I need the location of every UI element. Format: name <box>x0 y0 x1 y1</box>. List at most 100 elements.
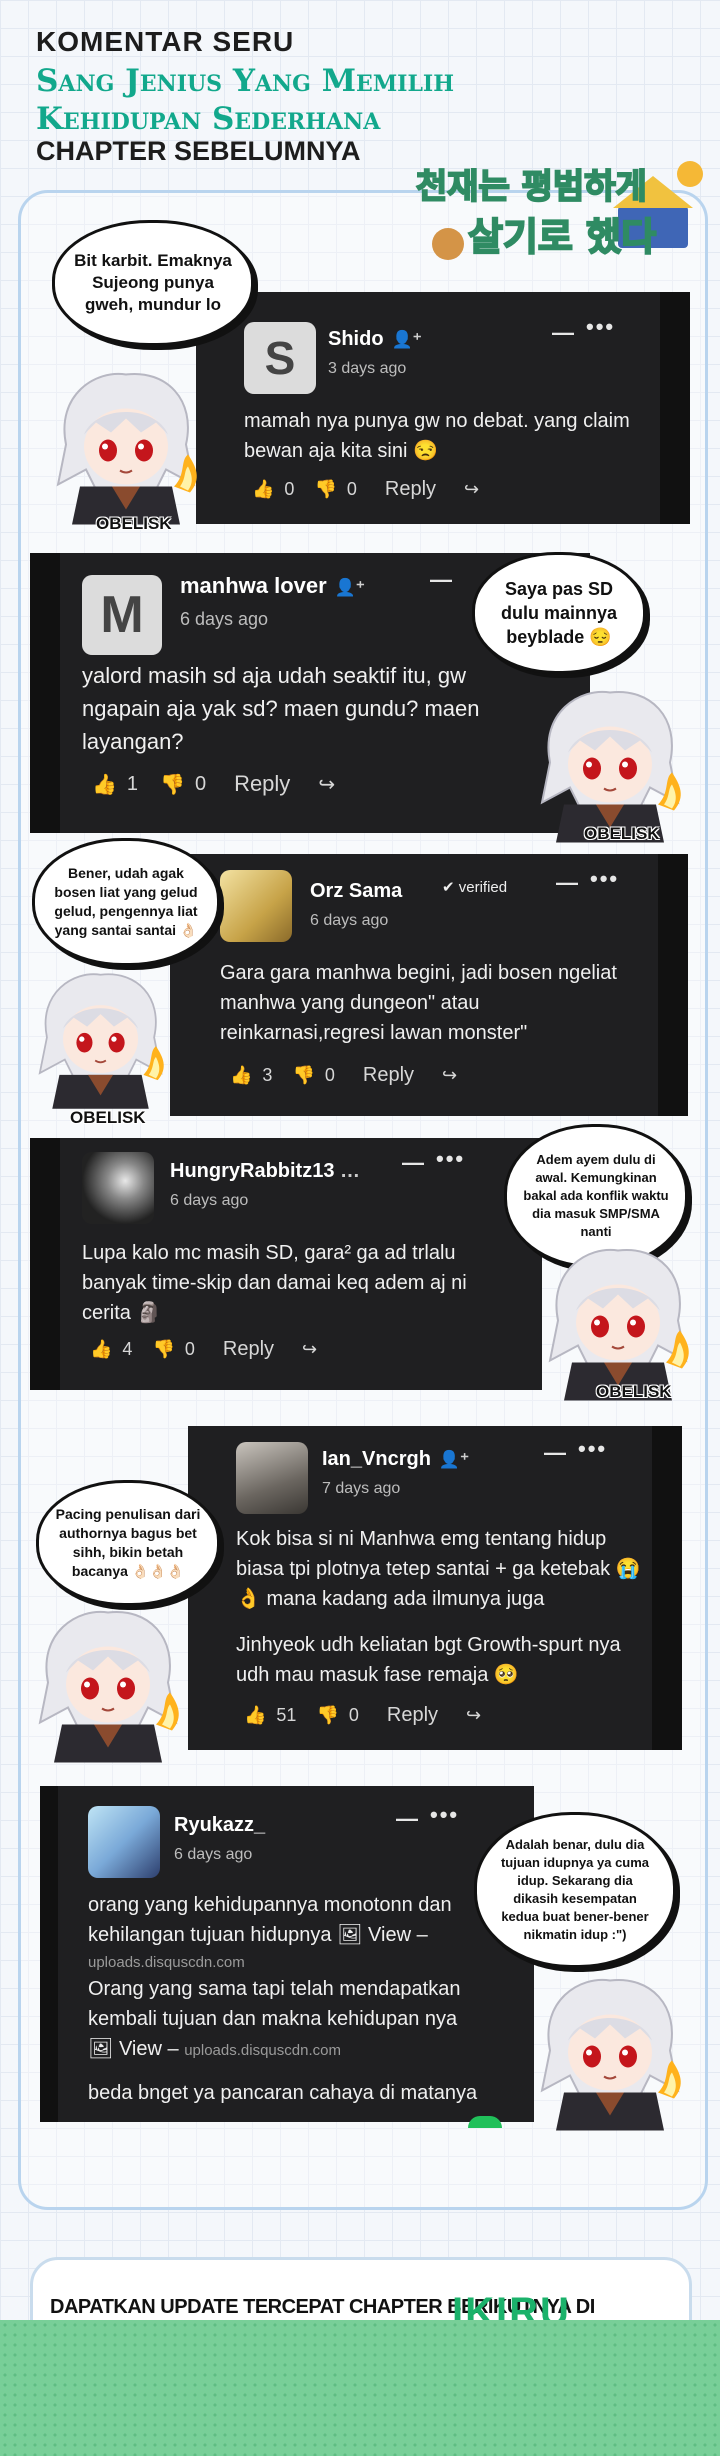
share-icon[interactable]: ↪ <box>302 1339 317 1360</box>
speech-bubble: Saya pas SD dulu mainnya beyblade 😔 <box>472 552 646 674</box>
bubble-text: Bit karbit. Emaknya Sujeong punya gweh, … <box>74 251 232 314</box>
timestamp[interactable]: 7 days ago <box>322 1480 400 1498</box>
thumbs-down-icon[interactable]: 👎 <box>160 772 185 797</box>
header-title-line1: KOMENTAR SERU <box>36 26 295 57</box>
share-icon[interactable]: ↪ <box>442 1065 457 1086</box>
view-label[interactable]: 🖼 View – <box>88 2038 179 2060</box>
timestamp[interactable]: 6 days ago <box>170 1192 248 1210</box>
card-edge <box>30 1138 60 1390</box>
username[interactable]: Ryukazz_ <box>174 1814 265 1837</box>
manhwa-title-part1: Sang Jenius Yang Memilih <box>36 63 455 99</box>
comment-actions: 👍 0 👎 0 Reply ↪ <box>252 478 479 501</box>
avatar[interactable] <box>88 1806 160 1878</box>
manhwa-title-part2: Kehidupan Sederhana <box>36 101 381 137</box>
collapse-icon[interactable]: — <box>556 870 580 896</box>
comment-actions: 👍 1 👎 0 Reply ↪ <box>92 771 335 797</box>
bubble-text: Saya pas SD dulu mainnya beyblade 😔 <box>500 579 617 647</box>
comment-text: orang yang kehidupannya monotonn dan keh… <box>88 1894 452 1946</box>
like-count: 0 <box>284 479 295 499</box>
username[interactable]: HungryRabbitz13 … <box>170 1160 360 1183</box>
more-icon[interactable]: ••• <box>430 1802 459 1828</box>
thumbs-up-icon[interactable]: 👍 <box>230 1065 252 1086</box>
username[interactable]: Ian_Vncrgh 👤⁺ <box>322 1448 469 1471</box>
add-user-icon[interactable]: 👤⁺ <box>392 330 422 350</box>
comment-text-2: Orang yang sama tapi telah mendapatkan k… <box>88 1978 461 2030</box>
username-text[interactable]: Ryukazz_ <box>174 1814 265 1836</box>
bubble-text: Bener, udah agak bosen liat yang gelud g… <box>54 865 198 938</box>
obelisk-label: OBELISK <box>596 1382 672 1401</box>
logo-text-bottom: 살기로 했다 <box>468 215 656 259</box>
collapse-icon[interactable]: — <box>544 1440 568 1466</box>
thumbs-down-icon[interactable]: 👎 <box>316 1705 338 1726</box>
username-text[interactable]: Ian_Vncrgh <box>322 1448 431 1470</box>
comment-actions: 👍 4 👎 0 Reply ↪ <box>90 1338 317 1361</box>
avatar[interactable]: M <box>82 575 162 655</box>
timestamp[interactable]: 6 days ago <box>174 1846 252 1864</box>
thumbs-up-icon[interactable]: 👍 <box>252 479 274 500</box>
collapse-icon[interactable]: — <box>402 1150 426 1176</box>
notification-dot <box>468 2116 502 2128</box>
image-link[interactable]: uploads.disquscdn.com <box>88 1954 245 1971</box>
obelisk-character <box>39 1610 180 1764</box>
header-chapter-label: CHAPTER SEBELUMNYA <box>36 136 361 166</box>
more-icon[interactable]: ••• <box>578 1436 607 1462</box>
image-link-2[interactable]: uploads.disquscdn.com <box>184 2042 341 2059</box>
comment-card-hungryrabbitz13: HungryRabbitz13 … 6 days ago — ••• Lupa … <box>30 1138 542 1390</box>
obelisk-label: OBELISK <box>96 514 172 533</box>
obelisk-character <box>57 372 198 526</box>
verified-badge-text: verified <box>458 879 508 896</box>
bubble-text: Pacing penulisan dari authornya bagus be… <box>55 1506 201 1579</box>
reply-button[interactable]: Reply <box>387 1704 438 1727</box>
username[interactable]: manhwa lover 👤⁺ <box>180 573 365 599</box>
timestamp[interactable]: 6 days ago <box>180 609 268 630</box>
card-edge <box>660 292 690 524</box>
username-text[interactable]: Orz Sama <box>310 880 402 902</box>
username[interactable]: Shido 👤⁺ <box>328 328 422 351</box>
reply-button[interactable]: Reply <box>234 771 290 797</box>
reply-button[interactable]: Reply <box>223 1338 274 1361</box>
add-user-icon[interactable]: 👤⁺ <box>439 1450 469 1470</box>
username[interactable]: Orz Sama <box>310 880 402 903</box>
share-icon[interactable]: ↪ <box>466 1705 481 1726</box>
card-edge <box>40 1786 58 2122</box>
collapse-icon[interactable]: — <box>396 1806 420 1832</box>
avatar[interactable] <box>220 870 292 942</box>
thumbs-down-icon[interactable]: 👎 <box>314 479 336 500</box>
username-text[interactable]: manhwa lover <box>180 573 327 598</box>
timestamp[interactable]: 6 days ago <box>310 912 388 930</box>
reply-button[interactable]: Reply <box>385 478 436 501</box>
more-icon[interactable]: ••• <box>436 1146 465 1172</box>
comment-card-ryukazz: Ryukazz_ 6 days ago — ••• orang yang keh… <box>40 1786 534 2128</box>
collapse-icon[interactable]: — <box>552 320 576 346</box>
speech-bubble: Bit karbit. Emaknya Sujeong punya gweh, … <box>52 220 254 346</box>
card-edge <box>30 553 60 833</box>
thumbs-up-icon[interactable]: 👍 <box>244 1705 266 1726</box>
manhwa-logo: 천재는 평범하게 살기로 했다 <box>408 150 708 270</box>
comment-text: mamah nya punya gw no debat. yang claim … <box>244 410 630 462</box>
bubble-text: Adem ayem dulu di awal. Kemungkinan baka… <box>523 1152 669 1239</box>
share-icon[interactable]: ↪ <box>464 479 479 500</box>
view-image-button[interactable]: 🖼 View – uploads.disquscdn.com <box>88 2034 341 2066</box>
timestamp[interactable]: 3 days ago <box>328 360 406 378</box>
reply-button[interactable]: Reply <box>363 1064 414 1087</box>
thumbs-down-icon[interactable]: 👎 <box>292 1065 314 1086</box>
thumbs-up-icon[interactable]: 👍 <box>92 772 117 797</box>
avatar[interactable] <box>82 1152 154 1224</box>
username-text[interactable]: Shido <box>328 328 384 350</box>
bubble-text: Adalah benar, dulu dia tujuan idupnya ya… <box>500 1837 650 1942</box>
obelisk-label: OBELISK <box>584 824 660 843</box>
thumbs-down-icon[interactable]: 👎 <box>152 1339 174 1360</box>
obelisk-character <box>541 1978 682 2132</box>
avatar[interactable]: S <box>244 322 316 394</box>
add-user-icon[interactable]: 👤⁺ <box>335 578 365 598</box>
comment-card-orz-sama: Orz Sama ✔ verified 6 days ago — ••• Gar… <box>170 854 688 1116</box>
dislike-count: 0 <box>346 479 357 499</box>
thumbs-up-icon[interactable]: 👍 <box>90 1339 112 1360</box>
collapse-icon[interactable]: — <box>430 567 454 593</box>
avatar[interactable] <box>236 1442 308 1514</box>
username-text[interactable]: HungryRabbitz13 <box>170 1160 334 1182</box>
more-icon[interactable]: ••• <box>590 866 619 892</box>
share-icon[interactable]: ↪ <box>318 772 335 797</box>
more-icon[interactable]: ••• <box>586 314 615 340</box>
comment-card-ian-vncrgh: Ian_Vncrgh 👤⁺ 7 days ago — ••• Kok bisa s… <box>188 1426 682 1750</box>
